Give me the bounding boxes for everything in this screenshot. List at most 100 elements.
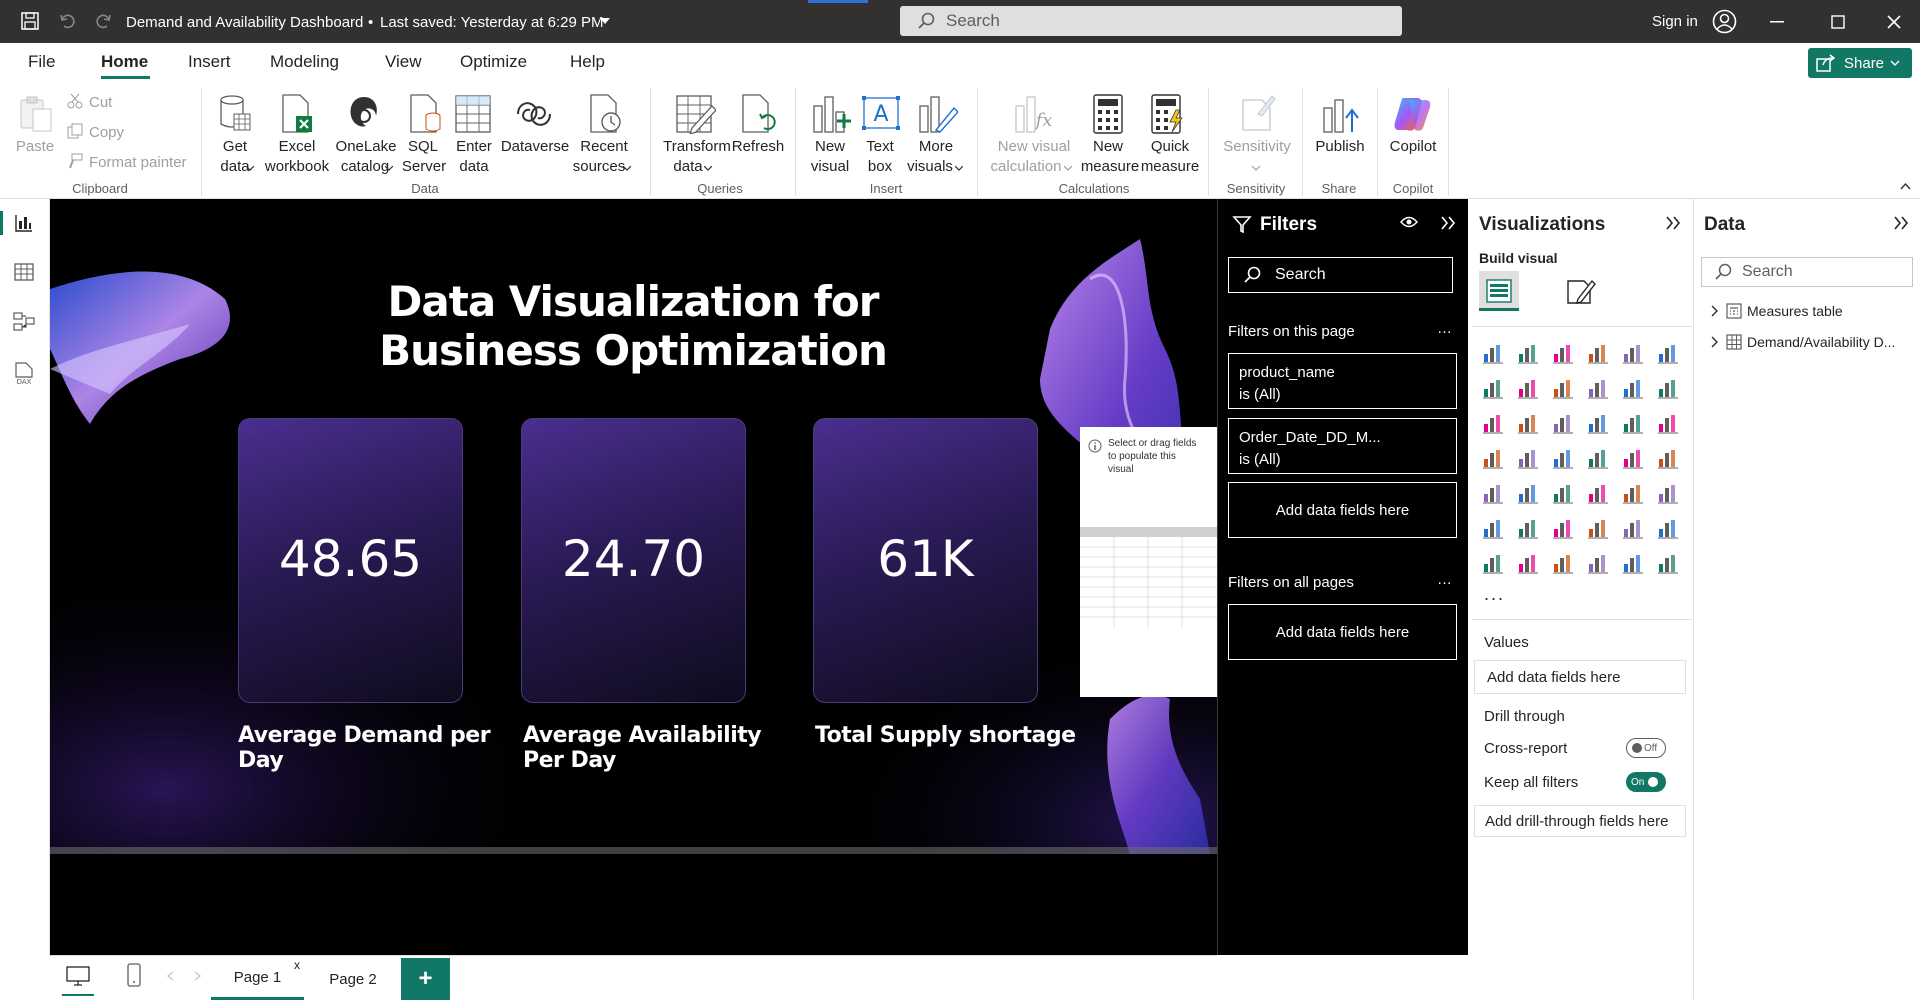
filter-card-order-date[interactable]: Order_Date_DD_M... is (All) [1228,418,1457,474]
menu-help[interactable]: Help [570,52,605,72]
format-painter-button[interactable]: Format painter [89,153,187,173]
r-visual-icon[interactable] [1657,482,1679,504]
slicer-icon[interactable] [1552,482,1574,504]
enter-data-label-2[interactable]: data [451,157,497,177]
matrix-icon[interactable] [1622,482,1644,504]
keep-all-filters-toggle[interactable]: On [1626,772,1666,792]
last-saved[interactable]: Last saved: Yesterday at 6:29 PM [380,14,603,31]
refresh-button[interactable]: Refresh [730,137,786,157]
text-box-label-2[interactable]: box [862,157,898,177]
chevron-down-icon[interactable] [600,18,610,24]
new-visual-label-2[interactable]: visual [806,157,854,177]
eye-icon[interactable] [1400,215,1418,229]
format-visual-icon[interactable] [1564,275,1596,307]
page-tab-1[interactable]: Page 1 x [211,958,304,1000]
more-visuals-button[interactable]: More [914,137,958,157]
clustered-bar-icon[interactable] [1552,342,1574,364]
kpi-icon[interactable] [1517,482,1539,504]
recent-sources-label-2[interactable]: sources [568,157,630,177]
build-visual-tab[interactable] [1479,271,1519,311]
line-chart-icon[interactable] [1482,377,1504,399]
menu-optimize[interactable]: Optimize [460,52,527,72]
table-icon[interactable] [1587,482,1609,504]
onelake-catalog-button[interactable]: OneLake [334,137,398,157]
close-icon[interactable] [1887,15,1901,29]
close-page-icon[interactable]: x [294,958,300,972]
add-data-fields-page-drop-zone[interactable]: Add data fields here [1228,482,1457,538]
report-title[interactable]: Demand and Availability Dashboard [126,14,363,31]
data-table-demand-availability[interactable]: Demand/Availability D... [1710,334,1895,350]
copilot-button[interactable]: Copilot [1382,137,1444,157]
mobile-layout-icon[interactable] [126,963,142,987]
excel-workbook-button[interactable]: Excel [262,137,332,157]
100-stacked-column-icon[interactable] [1657,342,1679,364]
enter-data-button[interactable]: Enter [451,137,497,157]
more-visuals-label-2[interactable]: visuals [904,157,956,177]
table-view-icon[interactable] [14,263,34,281]
menu-insert[interactable]: Insert [188,52,231,72]
waterfall-icon[interactable] [1517,412,1539,434]
pie-icon[interactable] [1622,412,1644,434]
area-chart-icon[interactable] [1517,377,1539,399]
100-stacked-area-icon[interactable] [1587,377,1609,399]
page-tab-2[interactable]: Page 2 [307,958,399,1000]
ribbon-chart-icon[interactable] [1482,412,1504,434]
narrative-icon[interactable] [1657,552,1679,574]
new-visual-button[interactable]: New [810,137,850,157]
sql-server-button[interactable]: SQL [402,137,444,157]
100-stacked-bar-icon[interactable] [1622,342,1644,364]
copy-button[interactable]: Copy [89,123,124,143]
add-data-fields-all-pages-drop-zone[interactable]: Add data fields here [1228,604,1457,660]
donut-icon[interactable] [1657,412,1679,434]
menu-home[interactable]: Home [101,52,148,72]
sql-server-label-2[interactable]: Server [400,157,448,177]
collapse-visualizations-icon[interactable] [1665,215,1681,231]
account-icon[interactable] [1712,9,1737,34]
text-box-button[interactable]: Text [862,137,898,157]
cross-report-toggle[interactable]: Off [1626,738,1666,758]
search-input[interactable]: Search [900,6,1402,36]
stacked-column-icon[interactable] [1517,342,1539,364]
smart-narrative-icon[interactable] [1622,517,1644,539]
cut-button[interactable]: Cut [89,93,112,113]
menu-view[interactable]: View [385,52,422,72]
filter-card-product-name[interactable]: product_name is (All) [1228,353,1457,409]
paginated-report-icon[interactable] [1482,552,1504,574]
more-options-icon[interactable]: … [1437,571,1453,588]
gauge-icon[interactable] [1622,447,1644,469]
report-view-icon[interactable] [14,213,34,233]
publish-button[interactable]: Publish [1312,137,1368,157]
stacked-bar-icon[interactable] [1482,342,1504,364]
clustered-column-icon[interactable] [1587,342,1609,364]
desktop-layout-toggle[interactable] [62,960,94,996]
report-title-heading[interactable]: Data Visualization for Business Optimiza… [343,277,923,375]
empty-visual-placeholder[interactable]: Select or drag fields to populate this v… [1080,427,1217,697]
more-options-icon[interactable]: … [1437,320,1453,337]
line-clustered-column-icon[interactable] [1657,377,1679,399]
decomposition-tree-icon[interactable] [1552,517,1574,539]
transform-data-button[interactable]: Transform [660,137,734,157]
key-influencers-icon[interactable] [1517,517,1539,539]
sign-in-link[interactable]: Sign in [1652,13,1698,30]
dataverse-button[interactable]: Dataverse [500,137,570,157]
power-apps-icon[interactable] [1587,552,1609,574]
treemap-icon[interactable] [1482,447,1504,469]
collapse-ribbon-icon[interactable] [1900,183,1911,190]
paste-button[interactable]: Paste [14,137,56,157]
scatter-icon[interactable] [1587,412,1609,434]
new-measure-label-2[interactable]: measure [1078,157,1142,177]
quick-measure-label-2[interactable]: measure [1140,157,1200,177]
recent-sources-button[interactable]: Recent [574,137,634,157]
button-slicer-icon[interactable] [1552,552,1574,574]
more-visuals-ellipsis[interactable]: ... [1484,584,1505,605]
quick-measure-button[interactable]: Quick [1148,137,1192,157]
metrics-icon[interactable] [1657,517,1679,539]
card-icon[interactable] [1657,447,1679,469]
sensitivity-button[interactable]: Sensitivity [1222,137,1292,157]
menu-file[interactable]: File [28,52,55,72]
excel-workbook-label-2[interactable]: workbook [258,157,336,177]
new-visual-calculation-button[interactable]: New visual [990,137,1078,157]
multi-row-card-icon[interactable] [1482,482,1504,504]
collapse-data-icon[interactable] [1893,215,1909,231]
menu-modeling[interactable]: Modeling [270,52,339,72]
